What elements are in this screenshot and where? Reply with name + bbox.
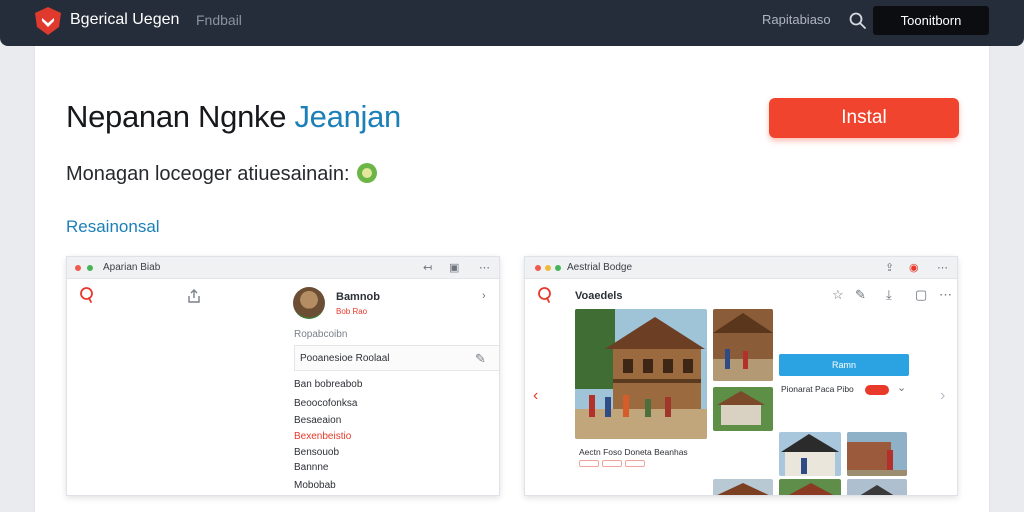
nav-link-right[interactable]: Rapitabiaso <box>762 12 831 27</box>
install-button[interactable]: Instal <box>769 98 959 138</box>
app-logo-icon[interactable] <box>33 6 63 36</box>
top-cta-button[interactable]: Toonitborn <box>873 6 989 35</box>
star-icon[interactable]: ☆ <box>832 287 844 303</box>
search-icon[interactable] <box>537 286 553 304</box>
thumbnail-photo[interactable] <box>779 432 841 476</box>
more-icon[interactable]: ⋯ <box>937 261 948 274</box>
subtitle: Monagan loceoger atiuesainain: <box>66 163 378 186</box>
primary-action-button[interactable]: Ramn <box>779 354 909 376</box>
chevron-left-icon[interactable]: ‹ <box>533 387 538 405</box>
search-icon[interactable] <box>848 11 868 31</box>
thumbnail-photo[interactable] <box>713 387 773 431</box>
record-icon[interactable]: ◉ <box>909 261 919 274</box>
list-item-active[interactable]: Bexenbeistio <box>294 431 351 442</box>
detail-text: Pionarat Paca Pibo <box>781 384 854 394</box>
window-titlebar: Aestrial Bodge ⇪ ◉ ⋯ <box>525 257 957 279</box>
more-icon[interactable]: ⋯ <box>479 261 490 274</box>
share-icon[interactable] <box>187 288 201 304</box>
thumbnail-photo[interactable] <box>847 479 907 496</box>
search-input[interactable]: Pooanesioe Roolaal ✎ <box>294 345 499 371</box>
screenshot-window-left: Aparian Biab ↤ ▣ ⋯ Bamnob Bob Rao › Ropa… <box>66 256 500 496</box>
thumbnail-photo[interactable] <box>713 479 773 496</box>
list-item[interactable]: Beoocofonksa <box>294 398 357 409</box>
thumbnail-photo[interactable] <box>713 309 773 381</box>
chevron-down-icon[interactable]: ⌄ <box>897 381 906 394</box>
photo-caption: Aectn Foso Doneta Beanhas <box>579 447 688 457</box>
app-name[interactable]: Bgerical Uegen <box>70 11 179 29</box>
minimize-dot-icon <box>545 265 551 271</box>
top-navigation-bar: Bgerical Uegen Fndbail Rapitabiaso Tooni… <box>0 0 1024 46</box>
close-dot-icon <box>75 265 81 271</box>
headline-accent: Jeanjan <box>294 99 401 134</box>
window-title: Aparian Biab <box>103 262 161 273</box>
subtitle-text: Monagan loceoger atiuesainain: <box>66 163 350 185</box>
search-icon[interactable] <box>79 286 95 304</box>
section-heading: Voaedels <box>575 290 623 302</box>
screenshot-window-right: Aestrial Bodge ⇪ ◉ ⋯ Voaedels ☆ ✎ ⤓ ▢ ⋯ … <box>524 256 958 496</box>
list-item[interactable]: Mobobab <box>294 480 336 491</box>
emoji-icon <box>357 163 378 183</box>
avatar[interactable] <box>293 287 325 319</box>
tag-row <box>579 460 689 468</box>
maximize-dot-icon <box>87 265 93 271</box>
pin-icon[interactable]: ✎ <box>855 287 866 303</box>
profile-meta: Bob Rao <box>336 307 368 316</box>
edit-icon[interactable]: ✎ <box>475 351 486 367</box>
tag[interactable] <box>579 460 599 467</box>
headline-main: Nepanan Ngnke <box>66 99 287 134</box>
tag[interactable] <box>625 460 645 467</box>
window-title: Aestrial Bodge <box>567 262 633 273</box>
maximize-dot-icon <box>555 265 561 271</box>
section-label: Ropabcoibn <box>294 329 348 340</box>
status-badge <box>865 385 889 395</box>
list-item[interactable]: Besaeaion <box>294 415 341 426</box>
list-item[interactable]: Bensouob <box>294 447 339 458</box>
main-card: Nepanan Ngnke Jeanjan Instal Monagan loc… <box>35 46 989 512</box>
section-link[interactable]: Resainonsal <box>66 217 160 237</box>
more-icon[interactable]: ⋯ <box>939 287 952 303</box>
chevron-right-icon[interactable]: › <box>482 290 486 302</box>
thumbnail-photo[interactable] <box>779 479 841 496</box>
arrow-icon[interactable]: ↤ <box>423 261 432 274</box>
search-text: Pooanesioe Roolaal <box>300 353 390 364</box>
window-titlebar: Aparian Biab ↤ ▣ ⋯ <box>67 257 499 279</box>
tag[interactable] <box>602 460 622 467</box>
close-dot-icon <box>535 265 541 271</box>
share-icon[interactable]: ⇪ <box>885 261 894 274</box>
profile-name: Bamnob <box>336 291 380 303</box>
thumbnail-photo[interactable] <box>847 432 907 476</box>
nav-link[interactable]: Fndbail <box>196 12 242 28</box>
page-title: Nepanan Ngnke Jeanjan <box>66 99 401 135</box>
window-icon[interactable]: ▣ <box>449 261 459 274</box>
list-item[interactable]: Bannne <box>294 462 328 473</box>
window-icon[interactable]: ▢ <box>915 287 927 303</box>
chevron-right-icon[interactable]: › <box>940 387 945 405</box>
download-icon[interactable]: ⤓ <box>886 287 892 303</box>
main-photo[interactable] <box>575 309 707 439</box>
list-item[interactable]: Ban bobreabob <box>294 379 362 390</box>
